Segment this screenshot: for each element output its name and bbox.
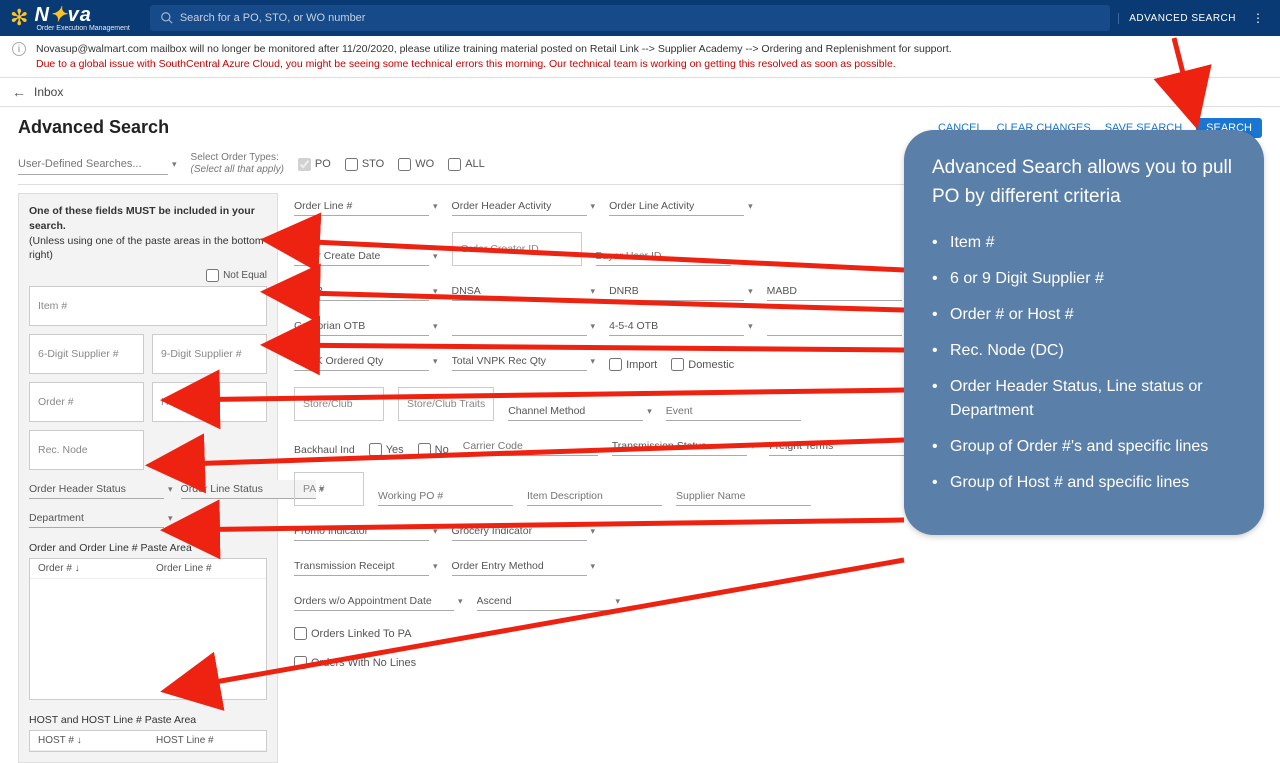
order-number-input[interactable]: Order # — [29, 382, 144, 422]
order-paste-area[interactable]: Order # ↓ Order Line # — [29, 558, 267, 700]
buyer-user-id-input[interactable] — [596, 247, 731, 266]
pa-number-input[interactable]: PA # — [294, 472, 364, 506]
user-defined-searches-select[interactable] — [18, 154, 168, 175]
app-logo-text: N✦va — [34, 5, 129, 25]
dnrb-select[interactable] — [609, 282, 744, 301]
item-description-input[interactable] — [527, 487, 662, 506]
backhaul-ind-label: Backhaul Ind — [294, 444, 355, 456]
required-fields-panel: One of these fields MUST be included in … — [18, 193, 278, 763]
chevron-down-icon: ▾ — [172, 159, 177, 170]
advanced-search-link[interactable]: ADVANCED SEARCH — [1118, 13, 1246, 24]
454-otb-select[interactable] — [609, 317, 744, 336]
back-icon[interactable]: ← — [12, 84, 26, 100]
mabd-select[interactable] — [767, 282, 902, 301]
host-paste-area[interactable]: HOST # ↓ HOST Line # — [29, 730, 267, 752]
page-title: Advanced Search — [18, 117, 169, 138]
order-create-date-select[interactable] — [294, 247, 429, 266]
order-entry-method-select[interactable] — [452, 557, 587, 576]
order-line-activity-select[interactable] — [609, 197, 744, 216]
callout-item: Group of Order #'s and specific lines — [932, 429, 1236, 465]
department-select[interactable] — [29, 509, 164, 528]
import-checkbox[interactable]: Import — [609, 358, 657, 371]
total-vnpk-rec-qty-select[interactable] — [452, 352, 587, 371]
search-icon — [160, 11, 174, 25]
notice-line-1: Novasup@walmart.com mailbox will no long… — [36, 42, 952, 57]
order-line-number-select[interactable] — [294, 197, 429, 216]
host-paste-col-line[interactable]: HOST Line # — [148, 731, 266, 750]
event-input[interactable] — [666, 402, 801, 421]
top-bar: ✻ N✦va Order Execution Management Search… — [0, 0, 1280, 36]
transmission-receipt-select[interactable] — [294, 557, 429, 576]
order-header-status-select[interactable] — [29, 480, 164, 499]
freight-terms-select[interactable] — [769, 437, 904, 456]
callout-item: Rec. Node (DC) — [932, 333, 1236, 369]
promo-indicator-select[interactable] — [294, 522, 429, 541]
callout-item: Group of Host # and specific lines — [932, 465, 1236, 501]
backhaul-no-checkbox[interactable]: No — [418, 443, 449, 456]
order-paste-label: Order and Order Line # Paste Area — [29, 542, 267, 554]
host-paste-col-host[interactable]: HOST # ↓ — [30, 731, 148, 750]
channel-method-select[interactable] — [508, 402, 643, 421]
order-type-wo[interactable]: WO — [398, 158, 434, 171]
callout-item: 6 or 9 Digit Supplier # — [932, 261, 1236, 297]
notice-banner: i Novasup@walmart.com mailbox will no lo… — [0, 36, 1280, 78]
item-number-input[interactable]: Item # — [29, 286, 267, 326]
order-paste-col-line[interactable]: Order Line # — [148, 559, 266, 578]
orders-linked-to-pa-checkbox[interactable]: Orders Linked To PA — [294, 627, 411, 640]
order-type-all[interactable]: ALL — [448, 158, 485, 171]
order-header-activity-select[interactable] — [452, 197, 587, 216]
callout-item: Order Header Status, Line status or Depa… — [932, 369, 1236, 429]
domestic-checkbox[interactable]: Domestic — [671, 358, 734, 371]
select-order-types-label: Select Order Types:(Select all that appl… — [191, 152, 284, 176]
breadcrumb-inbox[interactable]: Inbox — [34, 85, 63, 99]
store-club-traits-input[interactable]: Store/Club Traits — [398, 387, 494, 421]
annotation-callout: Advanced Search allows you to pull PO by… — [904, 130, 1264, 535]
6-digit-supplier-input[interactable]: 6-Digit Supplier # — [29, 334, 144, 374]
callout-title: Advanced Search allows you to pull PO by… — [932, 154, 1236, 211]
9-digit-supplier-input[interactable]: 9-Digit Supplier # — [152, 334, 267, 374]
backhaul-yes-checkbox[interactable]: Yes — [369, 443, 404, 456]
orders-wo-appointment-date-select[interactable] — [294, 592, 454, 611]
vnpk-ordered-qty-select[interactable] — [294, 352, 429, 371]
info-icon: i — [12, 42, 26, 56]
app-logo-subtitle: Order Execution Management — [36, 25, 129, 32]
host-paste-label: HOST and HOST Line # Paste Area — [29, 714, 267, 726]
working-po-input[interactable] — [378, 487, 513, 506]
carrier-code-input[interactable] — [463, 437, 598, 456]
callout-item: Item # — [932, 225, 1236, 261]
grocery-indicator-select[interactable] — [452, 522, 587, 541]
callout-list: Item # 6 or 9 Digit Supplier # Order # o… — [932, 225, 1236, 501]
walmart-spark-icon: ✻ — [10, 7, 28, 29]
global-search-input[interactable]: Search for a PO, STO, or WO number — [150, 5, 1110, 31]
order-paste-col-order[interactable]: Order # ↓ — [30, 559, 148, 578]
logo: ✻ N✦va Order Execution Management — [10, 5, 130, 32]
dnsa-select[interactable] — [452, 282, 587, 301]
breadcrumb: ← Inbox — [0, 78, 1280, 107]
dnsb-select[interactable] — [294, 282, 429, 301]
required-fields-instructions: One of these fields MUST be included in … — [29, 204, 267, 263]
order-type-po[interactable]: PO — [298, 158, 331, 171]
order-type-sto[interactable]: STO — [345, 158, 384, 171]
supplier-name-input[interactable] — [676, 487, 811, 506]
store-club-input[interactable]: Store/Club — [294, 387, 384, 421]
not-equal-checkbox[interactable]: Not Equal — [29, 269, 267, 282]
order-creator-id-input[interactable]: Order Creator ID — [452, 232, 582, 266]
ascend-select[interactable] — [477, 592, 612, 611]
host-number-input[interactable]: HOST # — [152, 382, 267, 422]
callout-item: Order # or Host # — [932, 297, 1236, 333]
kebab-menu-icon[interactable]: ⋮ — [1246, 11, 1270, 25]
rec-node-input[interactable]: Rec. Node — [29, 430, 144, 470]
notice-line-2: Due to a global issue with SouthCentral … — [36, 57, 952, 72]
orders-with-no-lines-checkbox[interactable]: Orders With No Lines — [294, 656, 416, 669]
gregorian-otb-select[interactable] — [294, 317, 429, 336]
transmission-status-select[interactable] — [612, 437, 747, 456]
